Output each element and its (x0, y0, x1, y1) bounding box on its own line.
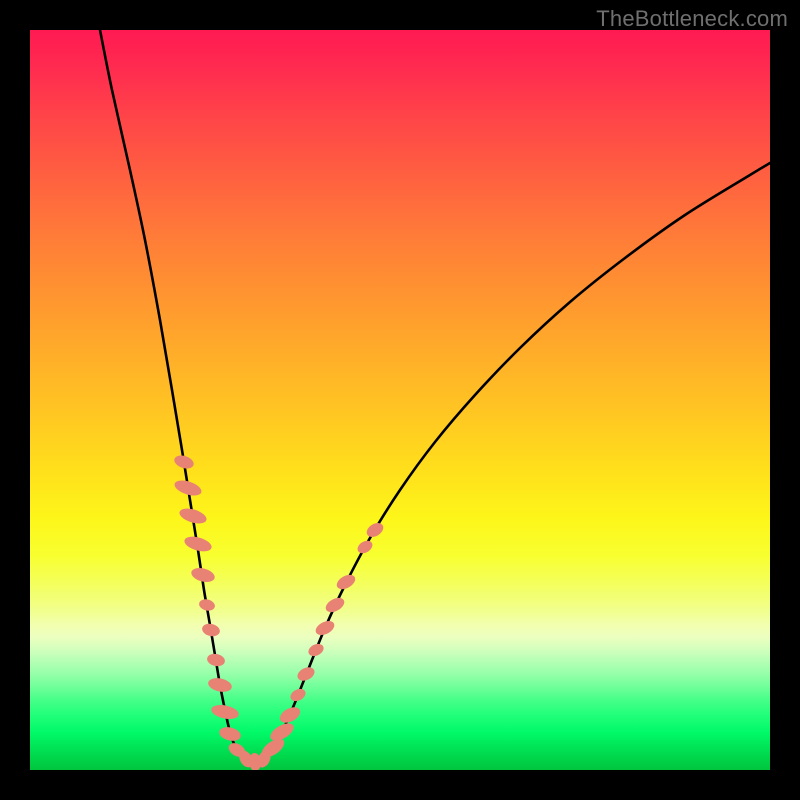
bead (218, 725, 242, 743)
bottleneck-curve-left (100, 30, 252, 762)
bead (198, 598, 216, 613)
bead (206, 652, 226, 667)
curve-beads (173, 453, 386, 770)
plot-area (30, 30, 770, 770)
bead (313, 618, 336, 638)
bead (364, 520, 386, 540)
watermark-text: TheBottleneck.com (596, 6, 788, 32)
bead (201, 622, 221, 638)
bead (288, 686, 307, 703)
bead (207, 676, 233, 694)
curve-layer (30, 30, 770, 770)
chart-frame: TheBottleneck.com (0, 0, 800, 800)
bead (355, 538, 374, 556)
bead (306, 642, 325, 659)
bead (210, 703, 240, 722)
bead (173, 453, 196, 471)
bead (277, 704, 303, 726)
bead (323, 595, 346, 615)
bottleneck-curve-right (252, 163, 770, 762)
bead (295, 665, 316, 684)
bead (334, 572, 357, 592)
bead (190, 566, 217, 585)
